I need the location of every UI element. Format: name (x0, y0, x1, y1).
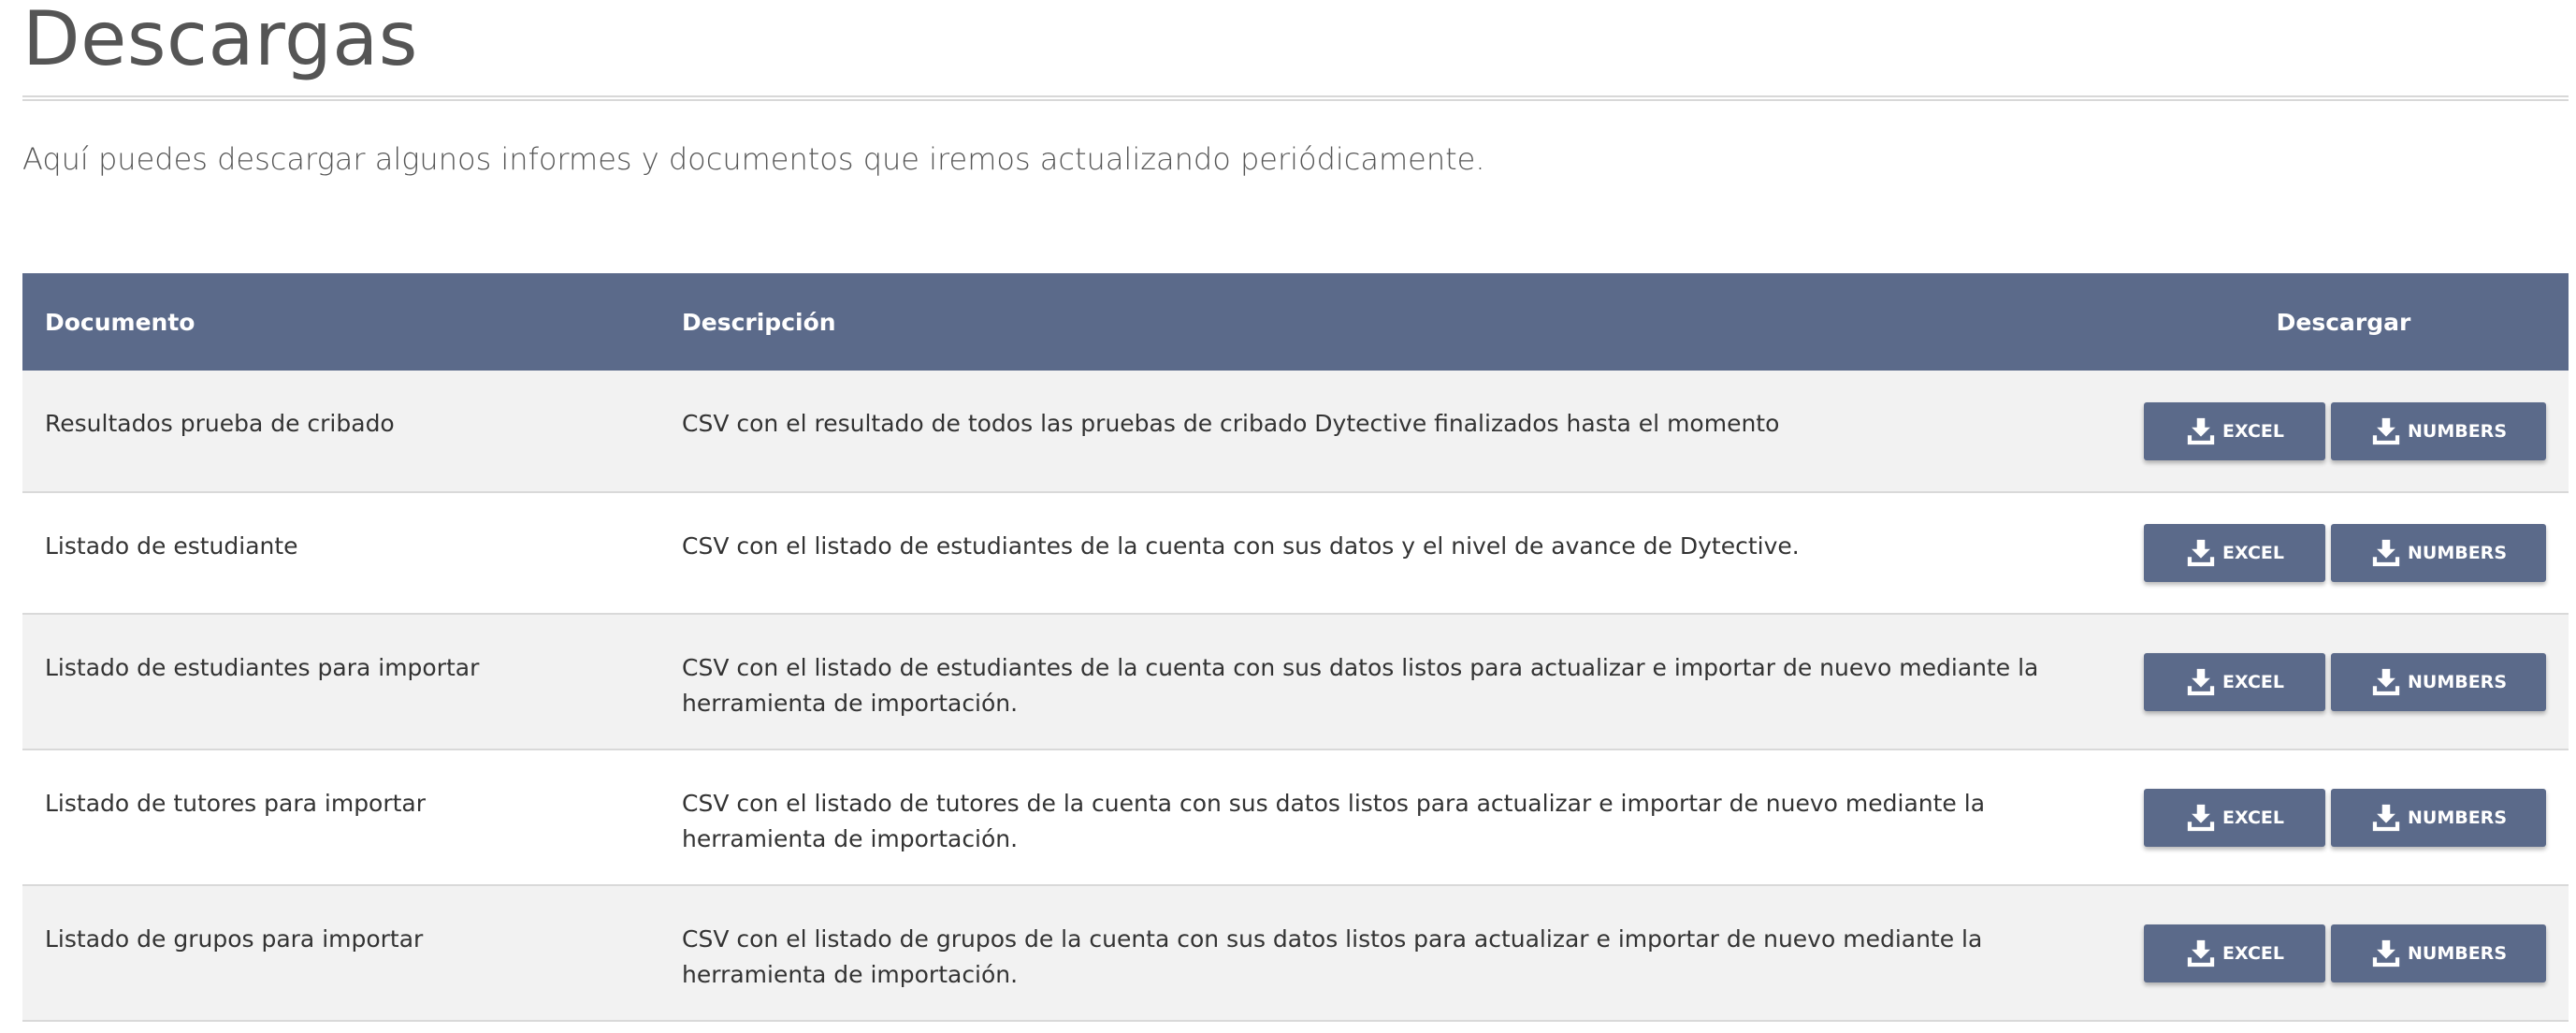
download-numbers-button[interactable]: NUMBERS (2331, 924, 2546, 982)
download-buttons: EXCEL NUMBERS (2119, 885, 2569, 1021)
document-description: CSV con el listado de estudiantes de la … (682, 532, 1800, 560)
column-header-download: Descargar (2276, 308, 2411, 336)
excel-label: EXCEL (2222, 543, 2284, 563)
title-divider (22, 95, 2569, 101)
download-numbers-button[interactable]: NUMBERS (2331, 401, 2546, 460)
table-row: Listado de estudiante CSV con el listado… (22, 492, 2569, 614)
download-icon (2185, 666, 2217, 698)
download-icon (2370, 938, 2402, 969)
document-name: Listado de grupos para importar (45, 925, 424, 953)
document-name: Listado de tutores para importar (45, 790, 427, 817)
table-header-row: Documento Descripción Descargar (22, 273, 2569, 371)
downloads-table: Documento Descripción Descargar Resultad… (22, 273, 2569, 1022)
download-excel-button[interactable]: EXCEL (2144, 652, 2325, 711)
download-icon (2370, 802, 2402, 834)
column-header-document: Documento (45, 308, 195, 336)
document-name: Listado de estudiantes para importar (45, 654, 480, 681)
download-numbers-button[interactable]: NUMBERS (2331, 652, 2546, 711)
excel-label: EXCEL (2222, 807, 2284, 828)
page-intro: Aquí puedes descargar algunos informes y… (22, 141, 1485, 177)
excel-label: EXCEL (2222, 942, 2284, 964)
column-header-description: Descripción (682, 308, 836, 336)
table-row: Listado de tutores para importar CSV con… (22, 749, 2569, 885)
document-description: CSV con el resultado de todos las prueba… (682, 410, 1780, 437)
download-icon (2370, 666, 2402, 698)
download-excel-button[interactable]: EXCEL (2144, 788, 2325, 847)
download-excel-button[interactable]: EXCEL (2144, 924, 2325, 982)
numbers-label: NUMBERS (2407, 671, 2507, 692)
download-buttons: EXCEL NUMBERS (2119, 371, 2569, 492)
numbers-label: NUMBERS (2407, 942, 2507, 964)
download-buttons: EXCEL NUMBERS (2119, 614, 2569, 749)
download-icon (2185, 537, 2217, 569)
download-icon (2185, 802, 2217, 834)
download-excel-button[interactable]: EXCEL (2144, 524, 2325, 582)
page-title: Descargas (22, 0, 418, 82)
numbers-label: NUMBERS (2407, 420, 2507, 442)
table-row: Resultados prueba de cribado CSV con el … (22, 371, 2569, 492)
download-buttons: EXCEL NUMBERS (2119, 749, 2569, 885)
download-numbers-button[interactable]: NUMBERS (2331, 524, 2546, 582)
download-icon (2370, 537, 2402, 569)
document-description: CSV con el listado de grupos de la cuent… (682, 925, 1983, 988)
excel-label: EXCEL (2222, 420, 2284, 442)
table-row: Listado de grupos para importar CSV con … (22, 885, 2569, 1021)
download-buttons: EXCEL NUMBERS (2119, 492, 2569, 614)
document-name: Listado de estudiante (45, 532, 298, 560)
numbers-label: NUMBERS (2407, 807, 2507, 828)
numbers-label: NUMBERS (2407, 543, 2507, 563)
download-icon (2185, 938, 2217, 969)
document-description: CSV con el listado de tutores de la cuen… (682, 790, 1986, 852)
download-excel-button[interactable]: EXCEL (2144, 401, 2325, 460)
downloads-page: Descargas Aquí puedes descargar algunos … (0, 0, 2576, 1033)
document-description: CSV con el listado de estudiantes de la … (682, 654, 2039, 717)
excel-label: EXCEL (2222, 671, 2284, 692)
document-name: Resultados prueba de cribado (45, 410, 395, 437)
table-row: Listado de estudiantes para importar CSV… (22, 614, 2569, 749)
download-icon (2370, 415, 2402, 447)
download-icon (2185, 415, 2217, 447)
download-numbers-button[interactable]: NUMBERS (2331, 788, 2546, 847)
